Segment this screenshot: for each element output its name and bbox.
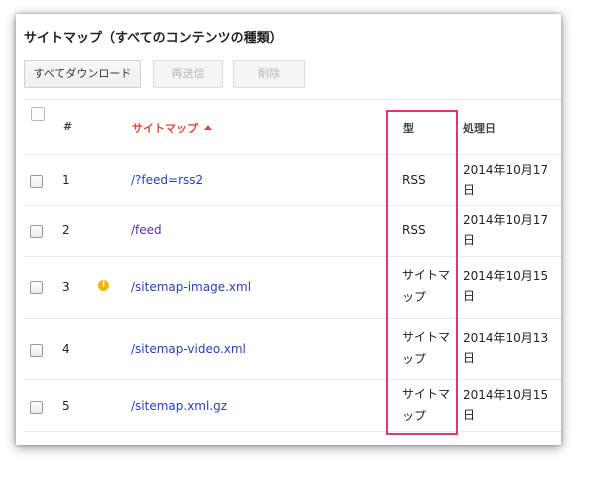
sitemap-link[interactable]: /sitemap-video.xml [131, 342, 246, 356]
sitemap-link[interactable]: /feed [131, 223, 162, 237]
row-index: 5 [62, 399, 70, 413]
page-title: サイトマップ（すべてのコンテンツの種類） [24, 31, 283, 46]
sitemap-link[interactable]: /sitemap.xml.gz [131, 399, 227, 413]
row-checkbox[interactable] [30, 225, 43, 238]
processed-date: 2014年10月15日 [463, 269, 549, 303]
delete-button[interactable]: 削除 [233, 60, 305, 88]
sort-ascending-icon [204, 125, 212, 130]
divider [24, 154, 561, 155]
divider [24, 379, 561, 380]
divider [24, 256, 561, 257]
row-index: 3 [62, 280, 70, 294]
divider [24, 318, 561, 319]
processed-date: 2014年10月13日 [463, 331, 549, 365]
processed-date: 2014年10月17日 [463, 163, 549, 197]
divider [24, 99, 561, 100]
row-checkbox[interactable] [30, 401, 43, 414]
column-header-sitemap[interactable]: サイトマップ [132, 120, 212, 136]
column-header-index: # [63, 120, 73, 133]
processed-date: 2014年10月17日 [463, 213, 549, 247]
row-index: 2 [62, 223, 70, 237]
sitemaps-panel: サイトマップ（すべてのコンテンツの種類） すべてダウンロード 再送信 削除 # … [16, 14, 561, 445]
divider [24, 205, 561, 206]
row-checkbox[interactable] [30, 344, 43, 357]
row-index: 4 [62, 342, 70, 356]
row-checkbox[interactable] [30, 281, 43, 294]
exclamation-icon[interactable]: ! [98, 280, 109, 291]
column-header-processed-date[interactable]: 処理日 [463, 120, 496, 136]
row-index: 1 [62, 173, 70, 187]
processed-date: 2014年10月15日 [463, 388, 549, 422]
divider [24, 431, 561, 432]
column-header-sitemap-label: サイトマップ [132, 122, 198, 135]
type-column-highlight [386, 110, 458, 435]
sitemap-link[interactable]: /?feed=rss2 [131, 173, 203, 187]
row-checkbox[interactable] [30, 175, 43, 188]
sitemap-link[interactable]: /sitemap-image.xml [131, 280, 251, 294]
download-all-button[interactable]: すべてダウンロード [24, 60, 141, 88]
select-all-checkbox[interactable] [31, 107, 45, 121]
resend-button[interactable]: 再送信 [153, 60, 223, 88]
